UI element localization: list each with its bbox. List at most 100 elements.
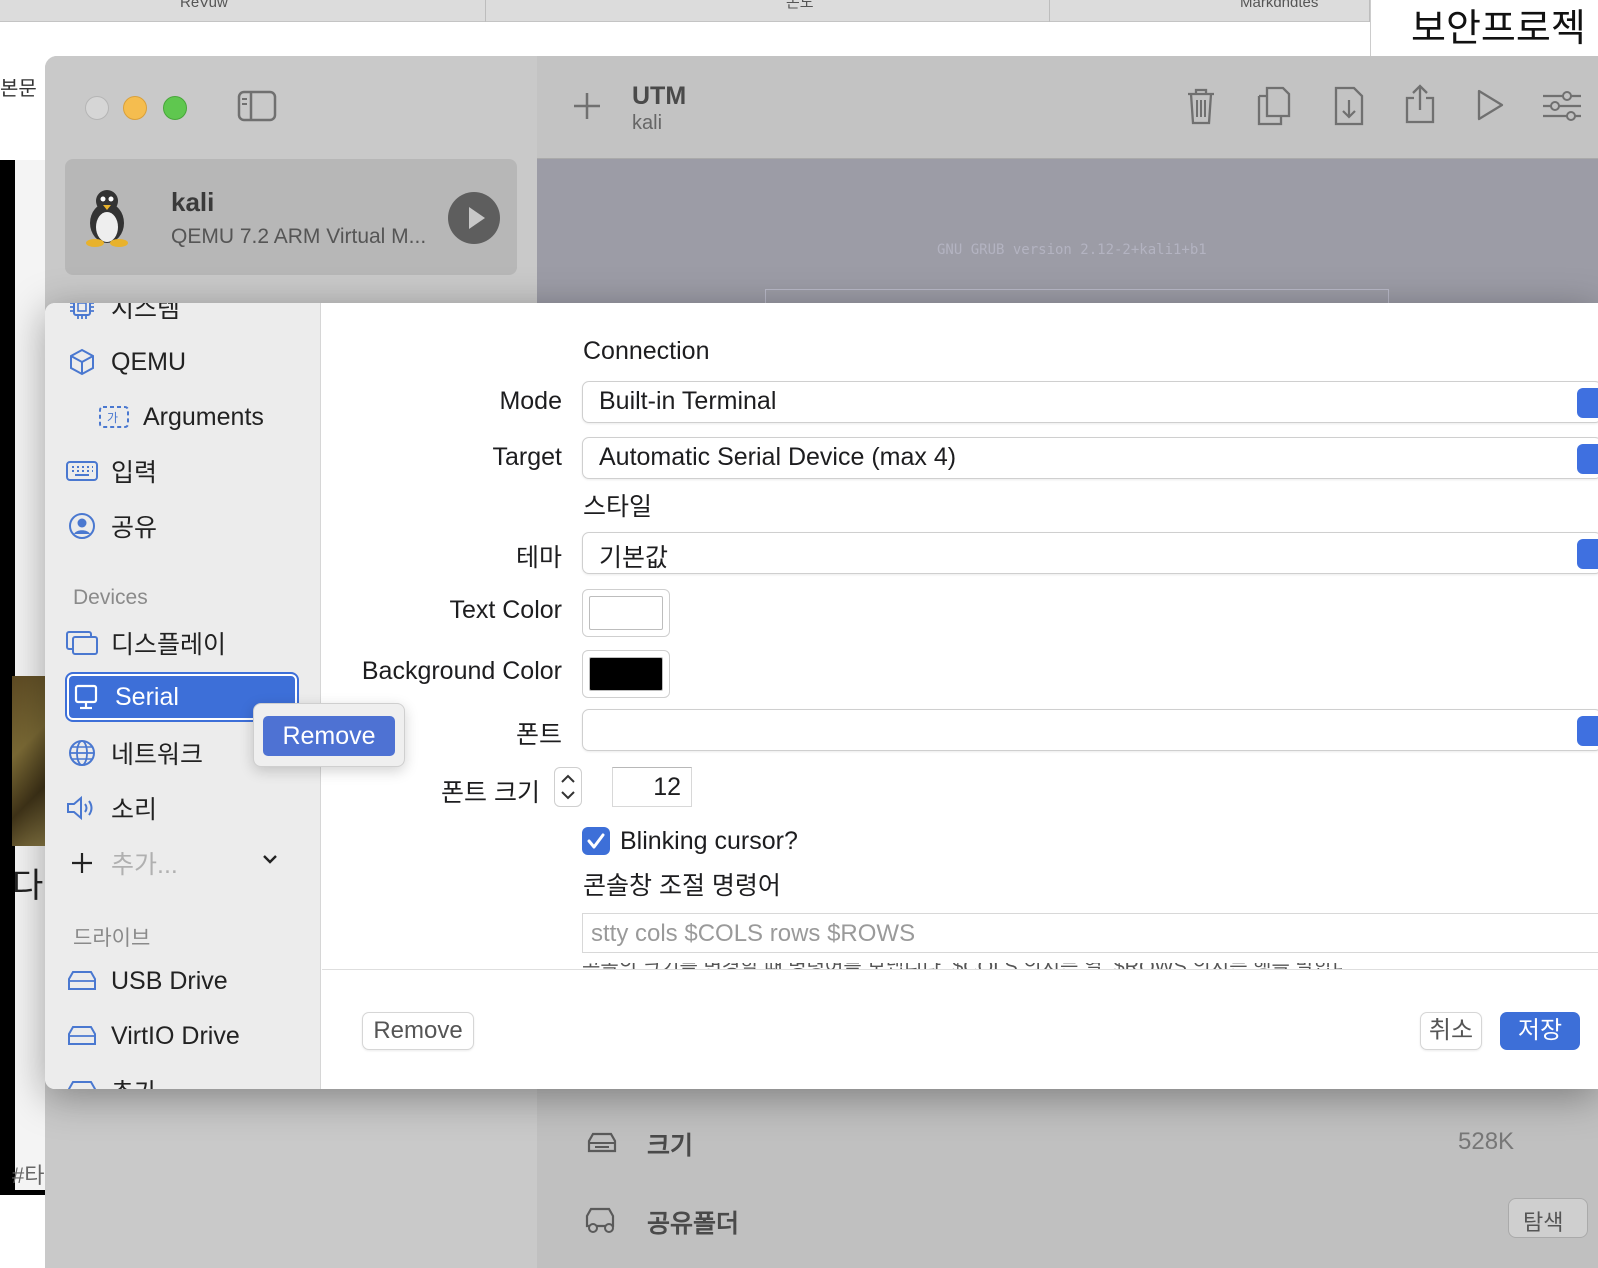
plus-icon (65, 852, 99, 874)
sidebar-item-label: 디스플레이 (111, 631, 227, 659)
share-icon[interactable] (1403, 82, 1437, 126)
sidebar-item-label: 소리 (111, 796, 158, 824)
zoom-window-button[interactable] (163, 96, 187, 120)
target-select-value: Automatic Serial Device (max 4) (599, 443, 957, 471)
select-arrows-icon (1577, 716, 1598, 746)
settings-sidebar: 시스템 QEMU 가 Arguments 입력 공유 Devices 디스플레이… (45, 303, 321, 1089)
toolbar-title: UTM (632, 82, 687, 110)
text-color-label: Text Color (449, 596, 562, 624)
browser-tab-label: ReVuw (180, 0, 228, 11)
sidebar-item-sound[interactable]: 소리 (65, 784, 299, 832)
theme-label: 테마 (515, 544, 562, 572)
drive-icon (65, 1025, 99, 1047)
document-hashtag: #타 (12, 1163, 45, 1188)
document-heading: 보안프로젝 (1370, 0, 1598, 58)
vm-play-button[interactable] (448, 192, 500, 244)
add-vm-icon[interactable] (571, 90, 603, 122)
sidebar-item-display[interactable]: 디스플레이 (65, 619, 299, 667)
mode-select-value: Built-in Terminal (599, 387, 777, 415)
toolbar-subtitle: kali (632, 112, 663, 134)
close-window-button[interactable] (85, 96, 109, 120)
font-size-field[interactable]: 12 (612, 767, 692, 807)
sidebar-toggle-icon[interactable] (237, 90, 277, 122)
download-document-icon[interactable] (1333, 84, 1365, 128)
context-menu-remove[interactable]: Remove (263, 716, 395, 756)
linux-penguin-icon (81, 187, 133, 247)
info-value-size: 528K (1458, 1128, 1515, 1155)
sidebar-item-input[interactable]: 입력 (65, 447, 299, 495)
font-select[interactable] (582, 709, 1598, 751)
sidebar-item-usb-drive[interactable]: USB Drive (65, 957, 299, 1005)
stepper-arrows-icon (561, 774, 575, 800)
target-label: Target (492, 443, 562, 471)
background-color-swatch (589, 657, 663, 691)
cube-icon (65, 348, 99, 376)
browser-tab[interactable]: Markdndtes (1050, 0, 1370, 22)
vm-settings-sheet: 시스템 QEMU 가 Arguments 입력 공유 Devices 디스플레이… (45, 303, 1598, 1089)
trash-icon[interactable] (1185, 86, 1217, 126)
browser-tab-strip: ReVuw 몬노 Markdndtes (0, 0, 1598, 22)
grub-version-text: GNU GRUB version 2.12-2+kali1+b1 (937, 242, 1207, 258)
add-device-button[interactable]: 추가... (65, 839, 299, 887)
browser-tab-label: Markdndtes (1240, 0, 1319, 11)
sidebar-item-qemu[interactable]: QEMU (65, 338, 299, 386)
font-size-stepper[interactable] (554, 767, 582, 807)
theme-select-value: 기본값 (599, 544, 669, 572)
sidebar-item-label: USB Drive (111, 966, 228, 995)
background-color-well[interactable] (582, 650, 670, 698)
keyboard-icon (65, 460, 99, 482)
play-icon (469, 207, 485, 229)
svg-text:가: 가 (107, 411, 118, 425)
document-text-snippet: 다 (12, 867, 44, 905)
browser-tab-label: 몬노 (786, 0, 814, 11)
select-arrows-icon (1577, 444, 1598, 474)
resize-command-header: 콘솔창 조절 명령어 (583, 872, 781, 900)
text-field-icon: 가 (97, 404, 131, 430)
blinking-cursor-checkbox[interactable] (582, 827, 610, 855)
target-select[interactable]: Automatic Serial Device (max 4) (582, 437, 1598, 479)
sidebar-item-label: QEMU (111, 347, 186, 376)
style-header: 스타일 (583, 493, 653, 521)
resize-command-field[interactable]: stty cols $COLS rows $ROWS (582, 913, 1598, 953)
drive-icon (585, 1131, 619, 1155)
mode-select[interactable]: Built-in Terminal (582, 381, 1598, 423)
drive-icon (65, 1080, 99, 1089)
explore-button[interactable]: 탐색 (1508, 1198, 1588, 1238)
info-label-size: 크기 (647, 1132, 694, 1160)
settings-sliders-icon[interactable] (1541, 90, 1581, 122)
browser-tab[interactable]: 몬노 (486, 0, 1050, 22)
connection-header: Connection (583, 337, 710, 365)
text-color-well[interactable] (582, 589, 670, 637)
remove-device-button[interactable]: Remove (362, 1012, 474, 1050)
drives-section-header: 드라이브 (73, 927, 151, 950)
sidebar-item-sharing[interactable]: 공유 (65, 502, 299, 550)
cancel-button[interactable]: 취소 (1420, 1012, 1482, 1050)
chevron-down-icon[interactable] (261, 853, 279, 865)
sidebar-item-label: VirtIO Drive (111, 1021, 240, 1050)
utm-toolbar: UTM kali (537, 56, 1598, 159)
run-icon[interactable] (1475, 88, 1505, 122)
minimize-window-button[interactable] (123, 96, 147, 120)
theme-select[interactable]: 기본값 (582, 532, 1598, 574)
sidebar-item-arguments[interactable]: 가 Arguments (97, 393, 320, 441)
clone-icon[interactable] (1255, 84, 1293, 128)
browser-tab[interactable]: ReVuw (0, 0, 486, 22)
sidebar-item-add-drive[interactable]: 추가 (65, 1067, 299, 1089)
background-color-label: Background Color (361, 657, 562, 685)
blinking-cursor-label: Blinking cursor? (620, 827, 798, 855)
sheet-footer: Remove 취소 저장 (322, 969, 1598, 1089)
sidebar-item-label: Arguments (143, 402, 264, 431)
select-arrows-icon (1577, 539, 1598, 569)
text-color-swatch (589, 596, 663, 630)
sidebar-item-label: 공유 (111, 514, 158, 542)
sidebar-item-virtio-drive[interactable]: VirtIO Drive (65, 1012, 299, 1060)
person-circle-icon (65, 512, 99, 540)
sidebar-item-label: 입력 (111, 459, 158, 487)
drive-icon (65, 970, 99, 992)
sidebar-item-system[interactable]: 시스템 (65, 303, 299, 331)
cpu-icon (65, 303, 99, 321)
devices-section-header: Devices (73, 586, 148, 609)
add-device-label: 추가... (111, 851, 178, 879)
vm-card[interactable]: kali QEMU 7.2 ARM Virtual M... (65, 159, 517, 275)
save-button[interactable]: 저장 (1500, 1012, 1580, 1050)
